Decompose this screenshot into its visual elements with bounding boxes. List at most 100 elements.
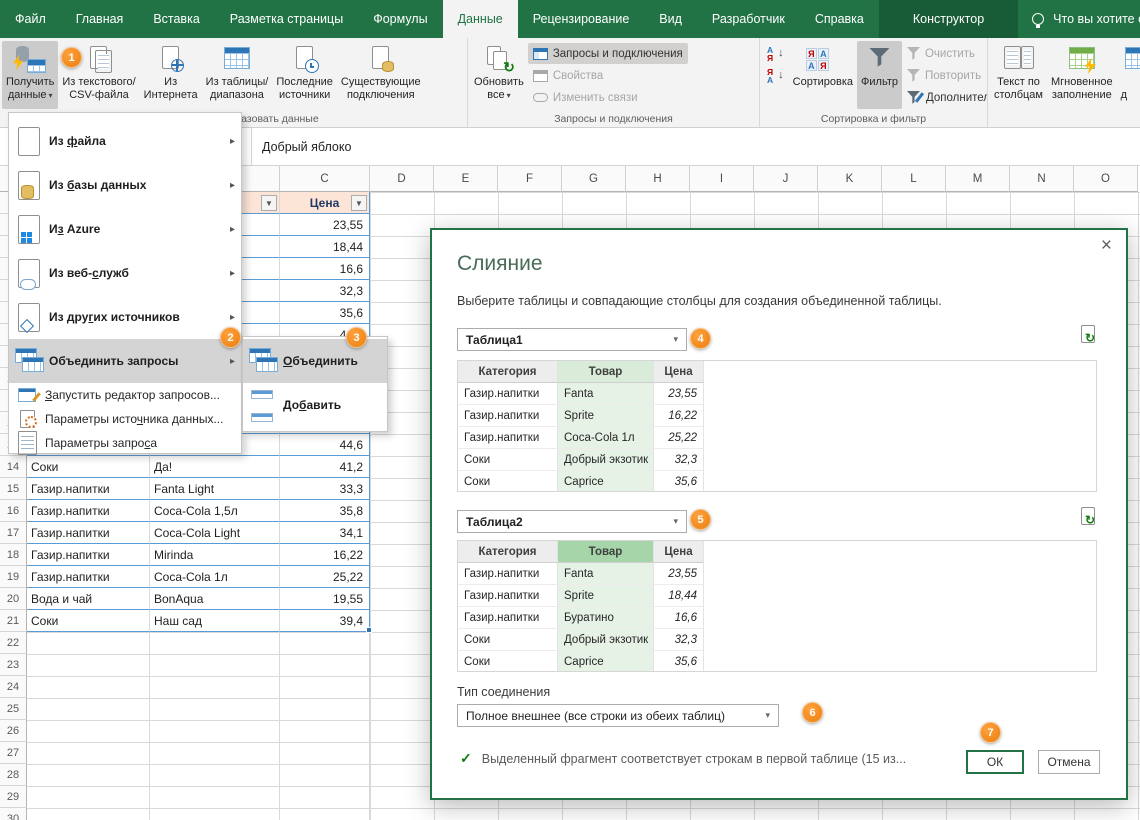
text-to-columns-button[interactable]: Текст по столбцам [990, 41, 1047, 109]
properties-button[interactable]: Свойства [528, 65, 688, 86]
cell-B20[interactable]: BonAqua [150, 588, 280, 610]
clear-filter-button[interactable]: Очистить [902, 43, 987, 64]
tab-developer[interactable]: Разработчик [697, 0, 800, 38]
cell-C4[interactable]: 18,44 [280, 236, 370, 258]
refresh-preview-icon[interactable]: ↻ [1080, 324, 1102, 348]
advanced-filter-button[interactable]: Дополнительно [902, 87, 987, 108]
col-header-M[interactable]: M [946, 166, 1010, 192]
menu-item-query-options[interactable]: Параметры запроса [9, 431, 241, 455]
edit-links-button[interactable]: Изменить связи [528, 87, 688, 108]
filter-dropdown-icon[interactable]: ▼ [351, 195, 367, 211]
col-header-L[interactable]: L [882, 166, 946, 192]
filter-button[interactable]: Фильтр [857, 41, 902, 109]
cell-A15[interactable]: Газир.напитки [27, 478, 150, 500]
queries-connections-button[interactable]: Запросы и подключения [527, 43, 688, 64]
col-header-D[interactable]: D [370, 166, 434, 192]
menu-item-from-other-sources[interactable]: Из других источников ▸ [9, 295, 241, 339]
row-header-25[interactable]: 25 [0, 698, 27, 720]
from-web-button[interactable]: Из Интернета [140, 41, 202, 109]
cell-B14[interactable]: Да! [150, 456, 280, 478]
col-header-J[interactable]: J [754, 166, 818, 192]
cell-C17[interactable]: 34,1 [280, 522, 370, 544]
menu-item-data-source-settings[interactable]: Параметры источника данных... [9, 407, 241, 431]
row-header-14[interactable]: 14 [0, 456, 27, 478]
cell-B16[interactable]: Coca-Cola 1,5л [150, 500, 280, 522]
cell-C16[interactable]: 35,8 [280, 500, 370, 522]
tab-data[interactable]: Данные [442, 0, 518, 38]
sort-ascending-button[interactable]: А Я ↓ [762, 43, 789, 64]
row-header-21[interactable]: 21 [0, 610, 27, 632]
menu-item-from-database[interactable]: Из базы данных ▸ [9, 163, 241, 207]
table1-selector[interactable]: Таблица1 ▾ [457, 328, 687, 351]
row-header-20[interactable]: 20 [0, 588, 27, 610]
cell-B17[interactable]: Coca-Cola Light [150, 522, 280, 544]
cell-A14[interactable]: Соки [27, 456, 150, 478]
cell-B21[interactable]: Наш сад [150, 610, 280, 632]
cell-A16[interactable]: Газир.напитки [27, 500, 150, 522]
flash-fill-button[interactable]: Мгновенное заполнение [1047, 41, 1117, 109]
cell-A19[interactable]: Газир.напитки [27, 566, 150, 588]
sort-descending-button[interactable]: Я А ↓ [762, 65, 789, 86]
row-header-22[interactable]: 22 [0, 632, 27, 654]
tab-design[interactable]: Конструктор [878, 0, 1019, 38]
menu-item-from-azure[interactable]: Из Azure ▸ [9, 207, 241, 251]
cell-B19[interactable]: Coca-Cola 1л [150, 566, 280, 588]
refresh-preview-icon[interactable]: ↻ [1080, 506, 1102, 530]
cell-C15[interactable]: 33,3 [280, 478, 370, 500]
get-data-button[interactable]: Получить данные ▾ [2, 41, 59, 109]
tab-home[interactable]: Главная [61, 0, 139, 38]
cell-C2[interactable]: Цена ▼ [280, 192, 370, 214]
cell-C14[interactable]: 41,2 [280, 456, 370, 478]
cell-C3[interactable]: 23,55 [280, 214, 370, 236]
from-table-range-button[interactable]: Из таблицы/диапазона [202, 41, 273, 109]
filter-dropdown-icon[interactable]: ▼ [261, 195, 277, 211]
cell-C21[interactable]: 39,4 [280, 610, 370, 632]
cell-C7[interactable]: 35,6 [280, 302, 370, 324]
col-header-G[interactable]: G [562, 166, 626, 192]
tell-me-box[interactable]: Что вы хотите сделать? [1020, 0, 1140, 38]
col-header-O[interactable]: O [1074, 166, 1138, 192]
menu-item-merge-queries[interactable]: Объединить запросы ▸ [9, 339, 241, 383]
row-header-16[interactable]: 16 [0, 500, 27, 522]
row-header-18[interactable]: 18 [0, 544, 27, 566]
tab-review[interactable]: Рецензирование [518, 0, 645, 38]
tab-page-layout[interactable]: Разметка страницы [215, 0, 358, 38]
col-header-F[interactable]: F [498, 166, 562, 192]
row-header-27[interactable]: 27 [0, 742, 27, 764]
cell-C20[interactable]: 19,55 [280, 588, 370, 610]
cell-A21[interactable]: Соки [27, 610, 150, 632]
menu-item-query-editor[interactable]: Запустить редактор запросов... [9, 383, 241, 407]
cell-B18[interactable]: Mirinda [150, 544, 280, 566]
row-header-26[interactable]: 26 [0, 720, 27, 742]
col-header-C[interactable]: C [280, 166, 370, 192]
col-header-I[interactable]: I [690, 166, 754, 192]
row-header-17[interactable]: 17 [0, 522, 27, 544]
cell-B15[interactable]: Fanta Light [150, 478, 280, 500]
cell-A20[interactable]: Вода и чай [27, 588, 150, 610]
cell-C19[interactable]: 25,22 [280, 566, 370, 588]
close-icon[interactable]: × [1101, 236, 1112, 255]
row-header-15[interactable]: 15 [0, 478, 27, 500]
ok-button[interactable]: ОК [966, 750, 1024, 774]
cancel-button[interactable]: Отмена [1038, 750, 1100, 774]
remove-duplicates-button-clipped[interactable]: д [1117, 41, 1140, 109]
row-header-30[interactable]: 30 [0, 808, 27, 820]
tab-help[interactable]: Справка [800, 0, 879, 38]
reapply-filter-button[interactable]: Повторить [902, 65, 987, 86]
row-header-28[interactable]: 28 [0, 764, 27, 786]
cell-A17[interactable]: Газир.напитки [27, 522, 150, 544]
row-header-19[interactable]: 19 [0, 566, 27, 588]
col-header-E[interactable]: E [434, 166, 498, 192]
row-header-29[interactable]: 29 [0, 786, 27, 808]
menu-item-merge[interactable]: Объединить [243, 339, 387, 383]
cell-C18[interactable]: 16,22 [280, 544, 370, 566]
cell-C5[interactable]: 16,6 [280, 258, 370, 280]
menu-item-append[interactable]: Добавить [243, 383, 387, 427]
tab-view[interactable]: Вид [644, 0, 697, 38]
tab-formulas[interactable]: Формулы [358, 0, 442, 38]
join-kind-selector[interactable]: Полное внешнее (все строки из обеих табл… [457, 704, 779, 727]
fill-handle[interactable] [366, 627, 372, 633]
col-header-K[interactable]: K [818, 166, 882, 192]
formula-bar-value[interactable]: Добрый яблоко [252, 140, 351, 154]
row-header-23[interactable]: 23 [0, 654, 27, 676]
